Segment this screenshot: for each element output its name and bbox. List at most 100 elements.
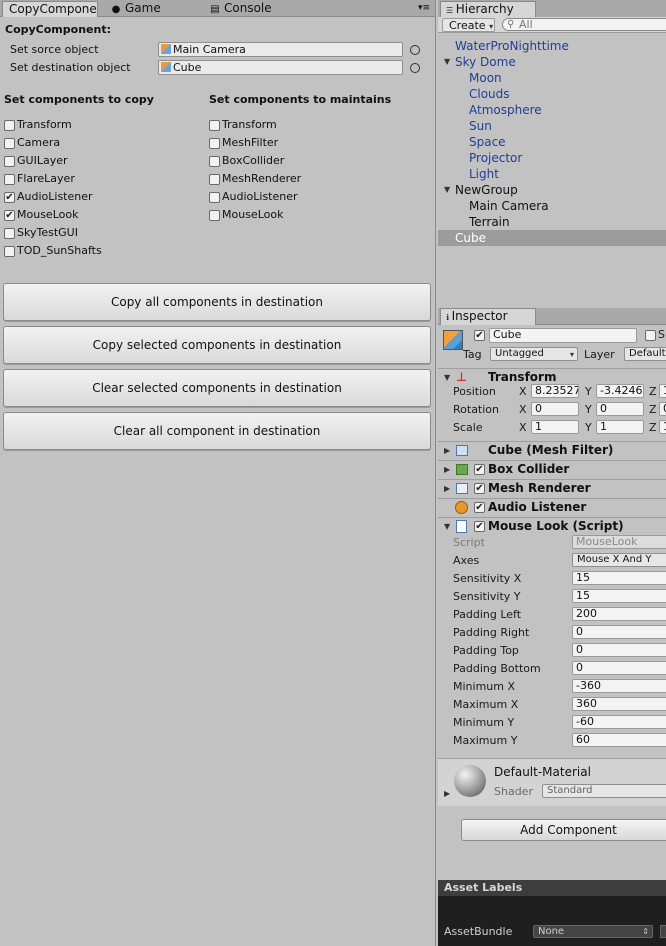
rotation-y-field[interactable]: 0 [596, 402, 644, 416]
chevron-down-icon: ▾ [569, 350, 574, 359]
hierarchy-item[interactable]: Cube [455, 231, 486, 245]
tab-hierarchy[interactable]: ☰ Hierarchy [440, 1, 536, 18]
maintain-list-checkbox[interactable] [209, 174, 220, 185]
maintain-list-checkbox[interactable] [209, 138, 220, 149]
create-button[interactable]: Create ▾ [442, 18, 495, 32]
copy-list-checkbox[interactable] [4, 228, 15, 239]
copy-all-button[interactable]: Copy all components in destination [3, 283, 431, 321]
mesh-renderer-header[interactable]: ▶ ✔ Mesh Renderer [438, 479, 666, 497]
source-picker-icon[interactable] [410, 45, 420, 55]
copy-list-checkbox[interactable] [4, 174, 15, 185]
hierarchy-item[interactable]: Clouds [469, 87, 510, 101]
dest-picker-icon[interactable] [410, 63, 420, 73]
hierarchy-item[interactable]: Terrain [469, 215, 510, 229]
hierarchy-item[interactable]: Projector [469, 151, 522, 165]
hierarchy-item[interactable]: WaterProNighttime [455, 39, 569, 53]
position-x-field[interactable]: 8.23527 [531, 384, 579, 398]
minimum-y-field[interactable]: -60 [572, 715, 666, 729]
position-z-field[interactable]: 1 [659, 384, 666, 398]
tab-console[interactable]: ▤ Console [203, 1, 278, 17]
tag-dropdown[interactable]: Untagged ▾ [490, 347, 578, 361]
hierarchy-item[interactable]: Sun [469, 119, 492, 133]
tab-inspector[interactable]: ℹ Inspector [440, 308, 536, 325]
active-checkbox[interactable]: ✔ [474, 330, 485, 341]
copy-list-label: FlareLayer [17, 172, 75, 185]
hierarchy-item[interactable]: NewGroup [455, 183, 518, 197]
panel-menu-icon[interactable]: ▾≡ [418, 3, 430, 13]
hierarchy-item[interactable]: Main Camera [469, 199, 549, 213]
asset-labels-bar[interactable]: Asset Labels [438, 880, 666, 896]
asset-variant-dropdown[interactable] [660, 925, 666, 938]
hierarchy-search-input[interactable]: ⚲ All [502, 18, 666, 31]
sensitivity-x-field[interactable]: 15 [572, 571, 666, 585]
copy-list-label: Camera [17, 136, 61, 149]
rotation-z-field[interactable]: 0 [659, 402, 666, 416]
tab-copycomponent[interactable]: CopyCompone [2, 1, 98, 17]
scale-y-field[interactable]: 1 [596, 420, 644, 434]
add-component-button[interactable]: Add Component [461, 819, 666, 841]
copy-list-checkbox[interactable] [4, 246, 15, 257]
maintain-list-checkbox[interactable] [209, 156, 220, 167]
maximum-x-field[interactable]: 360 [572, 697, 666, 711]
minimum-x-label: Minimum X [453, 680, 516, 693]
audio-listener-header[interactable]: ✔ Audio Listener [438, 498, 666, 516]
hierarchy-item[interactable]: Sky Dome [455, 55, 516, 69]
foldout-closed-icon[interactable]: ▶ [444, 789, 450, 798]
rot-y-label: Y [585, 403, 592, 416]
minimum-x-field[interactable]: -360 [572, 679, 666, 693]
audio-listener-enabled-checkbox[interactable]: ✔ [474, 502, 485, 513]
copy-list-checkbox[interactable] [4, 156, 15, 167]
maintain-list-checkbox[interactable] [209, 120, 220, 131]
mesh-filter-header[interactable]: ▶ Cube (Mesh Filter) [438, 441, 666, 459]
foldout-open-icon[interactable]: ▼ [444, 57, 450, 66]
hierarchy-panel: ☰ Hierarchy Create ▾ ⚲ All WaterProNightt… [438, 0, 666, 300]
box-collider-enabled-checkbox[interactable]: ✔ [474, 464, 485, 475]
copy-list-checkbox[interactable]: ✔ [4, 192, 15, 203]
maintain-list-checkbox[interactable] [209, 210, 220, 221]
object-name-input[interactable]: Cube [489, 328, 637, 343]
rotation-label: Rotation [453, 403, 500, 416]
scale-x-field[interactable]: 1 [531, 420, 579, 434]
mesh-renderer-enabled-checkbox[interactable]: ✔ [474, 483, 485, 494]
padding-right-field[interactable]: 0 [572, 625, 666, 639]
hierarchy-item[interactable]: Light [469, 167, 499, 181]
box-collider-header[interactable]: ▶ ✔ Box Collider [438, 460, 666, 478]
shader-dropdown[interactable]: Standard [542, 784, 666, 798]
scale-z-field[interactable]: 1 [659, 420, 666, 434]
static-checkbox[interactable] [645, 330, 656, 341]
asset-bundle-dropdown[interactable]: None ⇕ [533, 925, 653, 938]
hierarchy-item[interactable]: Moon [469, 71, 502, 85]
maximum-x-label: Maximum X [453, 698, 519, 711]
clear-all-button[interactable]: Clear all component in destination [3, 412, 431, 450]
mouse-look-header[interactable]: ▼ ✔ Mouse Look (Script) [438, 517, 666, 535]
clear-selected-button[interactable]: Clear selected components in destination [3, 369, 431, 407]
layer-dropdown[interactable]: Default [624, 347, 666, 361]
tab-game[interactable]: ● Game [104, 1, 167, 17]
pos-x-label: X [519, 385, 527, 398]
source-object-field[interactable]: Main Camera [158, 42, 403, 57]
foldout-open-icon[interactable]: ▼ [444, 185, 450, 194]
copy-list-checkbox[interactable] [4, 138, 15, 149]
mouse-look-enabled-checkbox[interactable]: ✔ [474, 521, 485, 532]
hierarchy-item[interactable]: Atmosphere [469, 103, 542, 117]
copy-list-label: SkyTestGUI [17, 226, 78, 239]
sensitivity-y-field[interactable]: 15 [572, 589, 666, 603]
copy-selected-button[interactable]: Copy selected components in destination [3, 326, 431, 364]
axes-dropdown[interactable]: Mouse X And Y [572, 553, 666, 567]
copy-list-checkbox[interactable] [4, 120, 15, 131]
script-field[interactable]: MouseLook [572, 535, 666, 549]
maintain-list-checkbox[interactable] [209, 192, 220, 203]
foldout-closed-icon: ▶ [444, 484, 451, 493]
rotation-x-field[interactable]: 0 [531, 402, 579, 416]
hierarchy-item[interactable]: Space [469, 135, 506, 149]
camera-object-icon [161, 44, 171, 54]
position-y-field[interactable]: -3.4246 [596, 384, 644, 398]
foldout-open-icon: ▼ [444, 373, 451, 382]
dest-object-field[interactable]: Cube [158, 60, 403, 75]
padding-left-field[interactable]: 200 [572, 607, 666, 621]
copy-list-heading: Set components to copy [4, 93, 154, 106]
copy-list-checkbox[interactable]: ✔ [4, 210, 15, 221]
padding-bottom-field[interactable]: 0 [572, 661, 666, 675]
maximum-y-field[interactable]: 60 [572, 733, 666, 747]
padding-top-field[interactable]: 0 [572, 643, 666, 657]
